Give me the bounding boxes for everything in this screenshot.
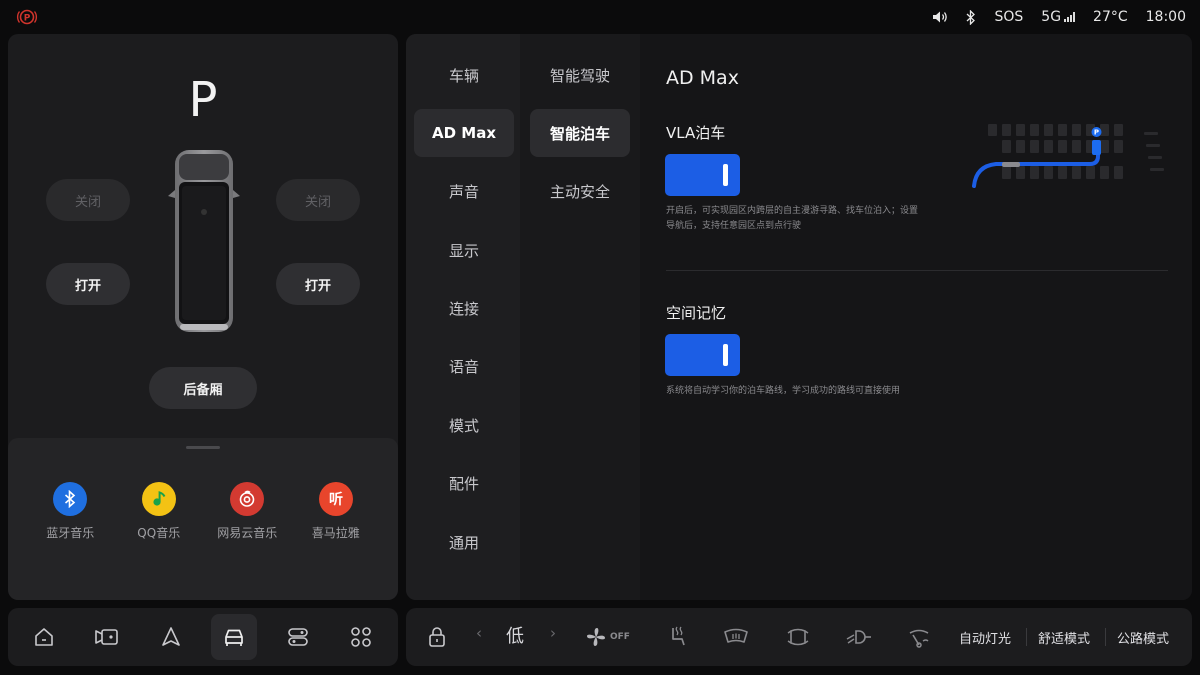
auto-lights-mode[interactable]: 自动灯光 <box>959 628 1011 647</box>
nav-display[interactable]: 显示 <box>414 226 514 274</box>
network-indicator: 5G <box>1041 9 1076 25</box>
nav-smart-driving[interactable]: 智能驾驶 <box>530 51 630 99</box>
temperature-label: 27°C <box>1093 9 1128 25</box>
camera-icon[interactable] <box>91 621 123 653</box>
page-title: AD Max <box>666 67 739 89</box>
vla-parking-toggle[interactable] <box>665 154 740 196</box>
signal-icon <box>1064 12 1076 22</box>
settings-secondary-nav: 智能驾驶 智能泊车 主动安全 <box>520 34 640 600</box>
vla-parking-title: VLA泊车 <box>666 124 726 142</box>
fan-toggle[interactable]: OFF <box>584 621 638 653</box>
bluetooth-icon[interactable] <box>966 9 976 25</box>
seat-heat-icon[interactable] <box>661 621 693 653</box>
mode-separator <box>1105 628 1106 646</box>
space-memory-toggle[interactable] <box>665 334 740 376</box>
space-memory-title: 空间记忆 <box>666 304 727 322</box>
settings-primary-nav: 车辆 AD Max 声音 显示 连接 语音 模式 配件 通用 <box>406 34 520 600</box>
wiper-icon[interactable] <box>903 621 935 653</box>
controls-icon[interactable] <box>282 621 314 653</box>
nav-voice[interactable]: 语音 <box>414 342 514 390</box>
settings-content: AD Max VLA泊车 开启后，可实现园区内跨层的自主漫游寻路、找车位泊入；设… <box>640 34 1192 600</box>
right-door-open-button[interactable]: 打开 <box>276 263 360 305</box>
app-label: 喜马拉雅 <box>311 526 360 540</box>
space-memory-description: 系统将自动学习你的泊车路线，学习成功的路线可直接使用 <box>666 386 901 396</box>
nav-active-safety[interactable]: 主动安全 <box>530 167 630 215</box>
rear-defrost-icon[interactable] <box>720 621 752 653</box>
car-icon[interactable] <box>218 621 250 653</box>
qq-music-icon <box>141 482 176 516</box>
navigation-icon[interactable] <box>155 621 187 653</box>
netease-music-icon <box>230 482 265 516</box>
drag-handle[interactable] <box>186 446 220 449</box>
app-label: 蓝牙音乐 <box>46 526 95 540</box>
apps-grid-icon[interactable] <box>345 621 377 653</box>
status-bar: P SOS 5G 27°C 18:00 <box>0 0 1200 34</box>
home-icon[interactable] <box>28 621 60 653</box>
front-defrost-icon[interactable] <box>782 621 814 653</box>
fan-increase-chevron[interactable]: › <box>550 624 556 642</box>
toggle-knob <box>723 344 728 366</box>
volume-icon[interactable] <box>932 10 948 24</box>
nav-vehicle[interactable]: 车辆 <box>414 51 514 99</box>
toggle-knob <box>723 164 728 186</box>
parking-route-illustration: P <box>972 124 1164 188</box>
trunk-button[interactable]: 后备厢 <box>149 367 257 409</box>
app-bluetooth-music[interactable]: 蓝牙音乐 <box>26 482 115 541</box>
nav-ad-max[interactable]: AD Max <box>414 109 514 157</box>
app-qq-music[interactable]: QQ音乐 <box>115 482 204 541</box>
nav-accessories[interactable]: 配件 <box>414 459 514 507</box>
nav-general[interactable]: 通用 <box>414 518 514 566</box>
mode-separator <box>1026 628 1027 646</box>
sos-label[interactable]: SOS <box>994 9 1023 25</box>
app-label: QQ音乐 <box>137 526 181 540</box>
section-divider <box>666 270 1168 271</box>
ximalaya-icon: 听 <box>318 482 353 516</box>
fan-level-label: 低 <box>506 626 524 647</box>
highway-mode[interactable]: 公路模式 <box>1117 628 1169 647</box>
app-ximalaya[interactable]: 听 喜马拉雅 <box>292 482 381 541</box>
fan-status-label: OFF <box>610 632 630 642</box>
fan-decrease-chevron[interactable]: ‹ <box>476 624 482 642</box>
network-label: 5G <box>1041 9 1062 25</box>
app-label: 网易云音乐 <box>217 526 278 540</box>
nav-connection[interactable]: 连接 <box>414 284 514 332</box>
parking-brake-icon: P <box>17 9 37 25</box>
nav-smart-parking[interactable]: 智能泊车 <box>530 109 630 157</box>
vehicle-panel: P 关闭 关闭 打开 打开 后备厢 蓝牙音乐 QQ音乐 网易云音乐 听 喜马拉雅 <box>8 34 398 600</box>
main-dock <box>8 608 398 666</box>
media-sources-card: 蓝牙音乐 QQ音乐 网易云音乐 听 喜马拉雅 <box>8 438 398 600</box>
settings-panel: 车辆 AD Max 声音 显示 连接 语音 模式 配件 通用 智能驾驶 智能泊车… <box>406 34 1192 600</box>
lock-icon[interactable] <box>421 621 453 653</box>
left-door-open-button[interactable]: 打开 <box>46 263 130 305</box>
vla-parking-description: 开启后，可实现园区内跨层的自主漫游寻路、找车位泊入；设置导航后，支持任意园区点到… <box>666 206 919 231</box>
gear-indicator: P <box>188 72 218 128</box>
svg-text:P: P <box>1094 129 1099 137</box>
car-top-view-image <box>168 150 240 332</box>
right-mirror-close-button[interactable]: 关闭 <box>276 179 360 221</box>
headlight-icon[interactable] <box>843 621 875 653</box>
app-netease-music[interactable]: 网易云音乐 <box>203 482 292 541</box>
comfort-mode[interactable]: 舒适模式 <box>1038 628 1090 647</box>
climate-bar: ‹ 低 › OFF 自动灯光 舒适模式 公路模式 <box>406 608 1192 666</box>
svg-text:P: P <box>24 14 31 24</box>
left-mirror-close-button[interactable]: 关闭 <box>46 179 130 221</box>
bluetooth-icon <box>53 482 88 516</box>
svg-text:听: 听 <box>329 491 343 508</box>
nav-mode[interactable]: 模式 <box>414 401 514 449</box>
fan-icon <box>587 628 605 646</box>
clock: 18:00 <box>1145 9 1186 25</box>
nav-sound[interactable]: 声音 <box>414 167 514 215</box>
